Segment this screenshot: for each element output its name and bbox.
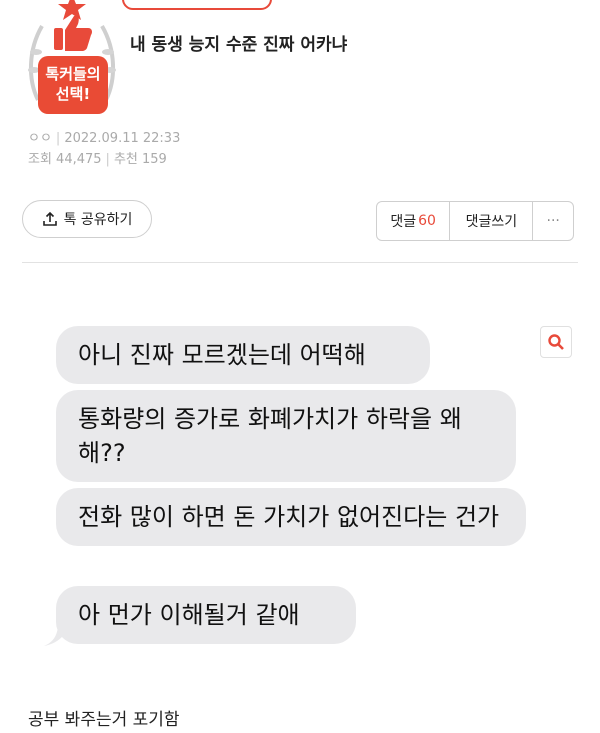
chat-bubble-2: 통화량의 증가로 화폐가치가 하락을 왜 해?? xyxy=(56,390,516,482)
comment-actions: 댓글 60 댓글쓰기 ··· xyxy=(376,201,574,241)
talker-choice-badge: 톡커들의 선택! xyxy=(24,0,120,118)
post-date: 2022.09.11 22:33 xyxy=(64,131,181,146)
badge-label-box: 톡커들의 선택! xyxy=(38,56,108,114)
view-count: 조회 44,475 xyxy=(28,152,102,167)
post-meta: ㅇㅇ | 2022.09.11 22:33 조회 44,475 | 추천 159 xyxy=(28,128,180,170)
comments-button[interactable]: 댓글 60 xyxy=(377,202,451,240)
content-divider xyxy=(22,262,578,263)
search-icon xyxy=(548,334,564,350)
meta-line-2: 조회 44,475 | 추천 159 xyxy=(28,152,167,167)
post-body-caption: 공부 봐주는거 포기함 xyxy=(28,710,180,730)
recommend-count: 추천 159 xyxy=(113,152,167,167)
header-top-pill xyxy=(122,0,272,10)
more-options-button[interactable]: ··· xyxy=(533,202,573,240)
badge-line-2: 선택! xyxy=(55,85,91,103)
image-search-button[interactable] xyxy=(540,326,572,358)
comments-label: 댓글 xyxy=(390,214,417,230)
chat-bubble-1: 아니 진짜 모르겠는데 어떡해 xyxy=(56,326,430,384)
share-button[interactable]: 톡 공유하기 xyxy=(22,200,152,238)
bubble-tail xyxy=(44,624,70,646)
post-title: 내 동생 능지 수준 진짜 어카냐 xyxy=(130,35,348,55)
share-button-label: 톡 공유하기 xyxy=(63,212,133,228)
comments-count: 60 xyxy=(418,213,436,229)
chat-bubble-4: 아 먼가 이해될거 같애 xyxy=(56,586,356,644)
share-icon xyxy=(42,211,57,226)
write-comment-label: 댓글쓰기 xyxy=(465,214,518,230)
chat-bubble-3: 전화 많이 하면 돈 가치가 없어진다는 건가 xyxy=(56,488,526,546)
thumbs-up-icon xyxy=(54,15,92,51)
more-icon: ··· xyxy=(546,213,560,229)
meta-line-1: ㅇㅇ | 2022.09.11 22:33 xyxy=(28,131,181,146)
write-comment-button[interactable]: 댓글쓰기 xyxy=(450,202,534,240)
badge-line-1: 톡커들의 xyxy=(45,65,101,83)
author-name[interactable]: ㅇㅇ xyxy=(28,131,52,146)
